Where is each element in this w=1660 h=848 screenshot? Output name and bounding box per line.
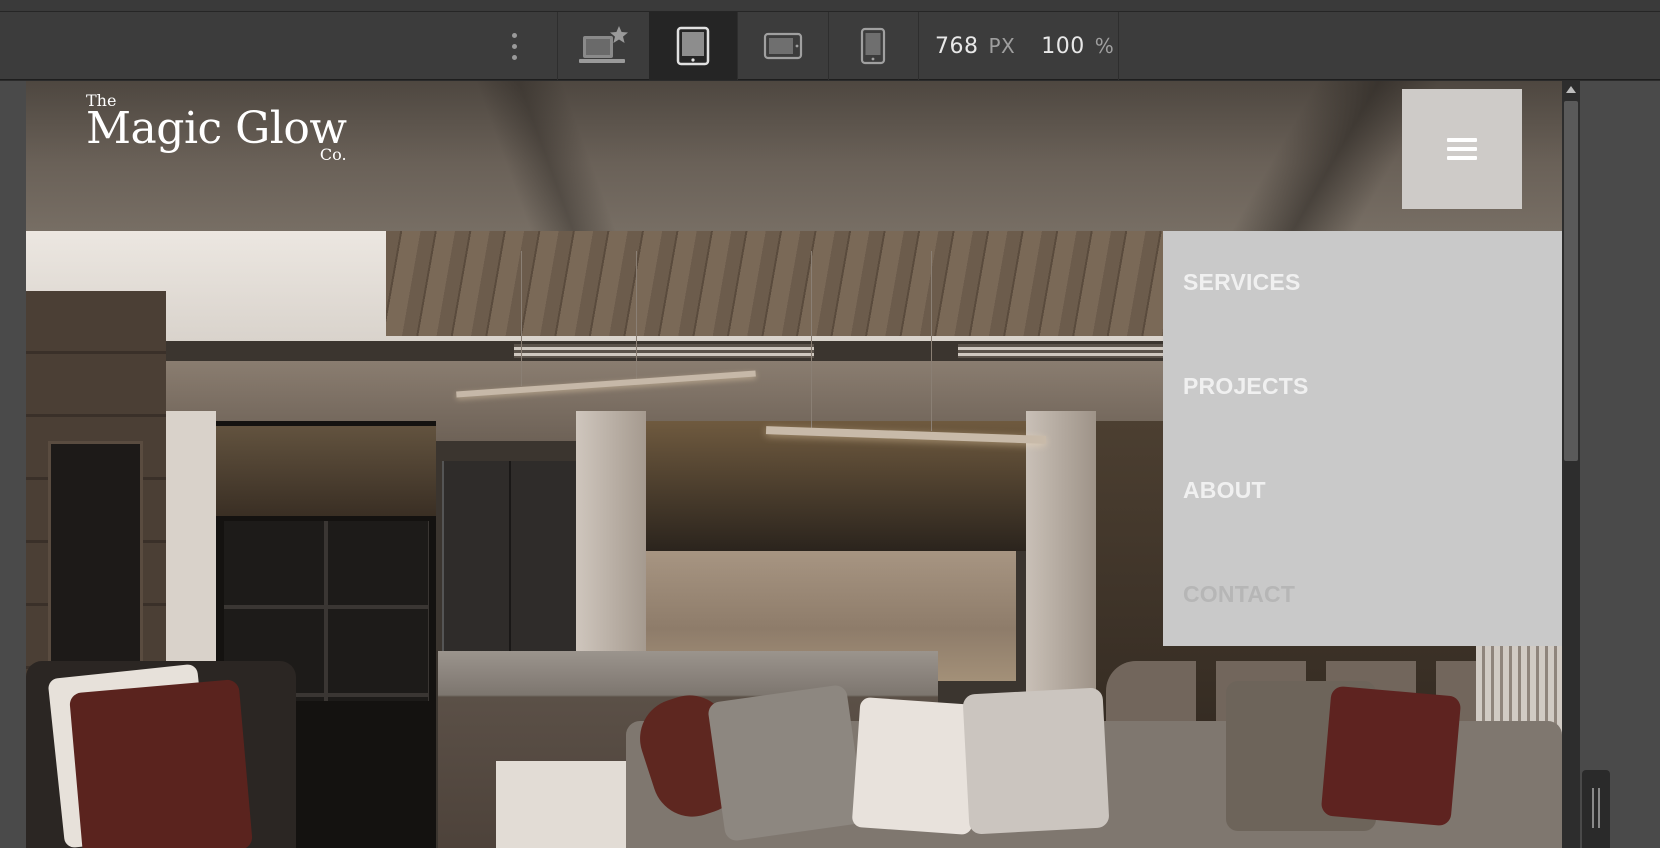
viewport-width-unit: PX (988, 34, 1016, 58)
viewport-scrollbar[interactable] (1562, 81, 1580, 848)
zoom-value[interactable]: 100 (1041, 34, 1085, 59)
workspace-right-gutter (1580, 81, 1660, 848)
tablet-landscape-icon (763, 32, 803, 60)
toolbar-divider (1118, 12, 1119, 80)
workspace-left-gutter (0, 81, 26, 848)
device-tablet-portrait-button[interactable] (649, 12, 737, 80)
nav-item-projects[interactable]: PROJECTS (1183, 373, 1309, 400)
device-tablet-landscape-button[interactable] (738, 12, 828, 80)
mobile-portrait-icon (860, 27, 886, 65)
dropdown-nav-menu: SERVICES PROJECTS ABOUT CONTACT (1163, 231, 1562, 646)
responsive-toolbar: 768 PX 100 % (0, 12, 1660, 80)
preview-viewport: The Magic Glow Co. SERVICES PROJECTS ABO… (26, 81, 1562, 848)
viewport-resize-handle[interactable] (1582, 770, 1610, 848)
scroll-up-icon[interactable] (1566, 86, 1576, 93)
device-mobile-portrait-button[interactable] (829, 12, 917, 80)
menu-toggle-button[interactable] (1402, 89, 1522, 209)
device-desktop-favorite-button[interactable] (558, 12, 648, 80)
nav-item-contact[interactable]: CONTACT (1183, 581, 1295, 608)
toolbar-divider (918, 12, 919, 80)
more-options-icon[interactable] (496, 26, 532, 66)
site-logo[interactable]: The Magic Glow Co. (86, 93, 347, 163)
logo-line-main: Magic Glow (86, 103, 347, 154)
nav-item-about[interactable]: ABOUT (1183, 477, 1266, 504)
laptop-star-icon (579, 26, 628, 63)
viewport-width-value[interactable]: 768 (935, 34, 979, 59)
hamburger-icon (1447, 138, 1477, 160)
zoom-unit: % (1094, 34, 1115, 58)
window-top-strip (0, 0, 1660, 12)
tablet-portrait-icon (676, 26, 710, 66)
nav-item-services[interactable]: SERVICES (1183, 269, 1301, 296)
viewport-readout: 768 PX 100 % (935, 12, 1114, 80)
scrollbar-thumb[interactable] (1564, 101, 1578, 461)
